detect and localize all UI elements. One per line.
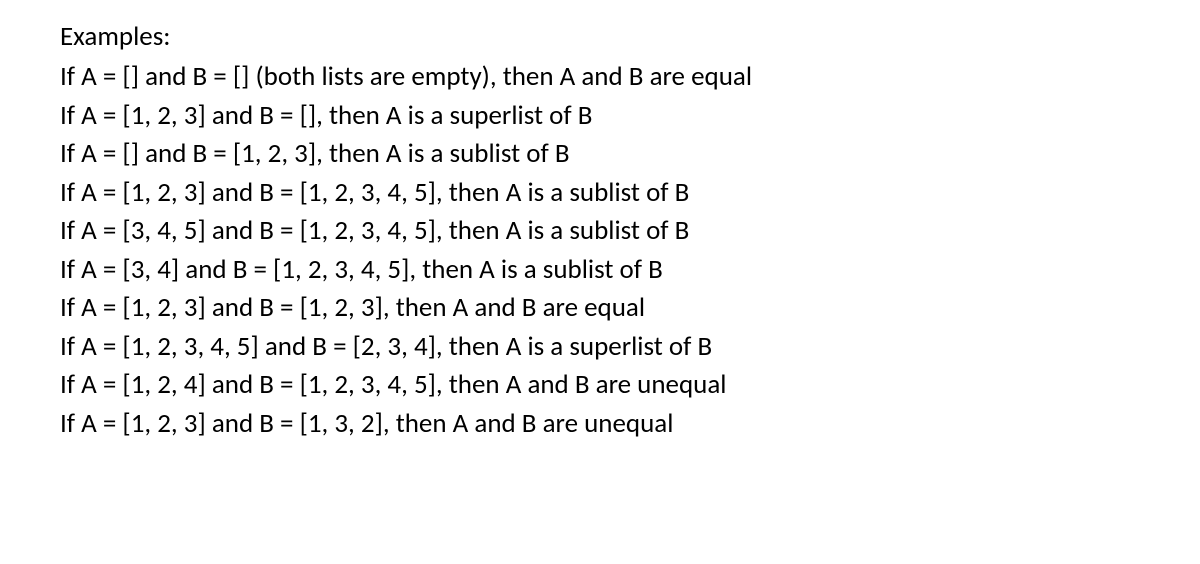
example-line: If A = [1, 2, 3] and B = [], then A is a… <box>60 97 1200 135</box>
example-line: If A = [3, 4] and B = [1, 2, 3, 4, 5], t… <box>60 251 1200 289</box>
example-line: If A = [1, 2, 4] and B = [1, 2, 3, 4, 5]… <box>60 366 1200 404</box>
example-line: If A = [3, 4, 5] and B = [1, 2, 3, 4, 5]… <box>60 212 1200 250</box>
example-line: If A = [1, 2, 3, 4, 5] and B = [2, 3, 4]… <box>60 328 1200 366</box>
examples-heading: Examples: <box>60 18 1200 56</box>
example-line: If A = [1, 2, 3] and B = [1, 3, 2], then… <box>60 405 1200 443</box>
example-line: If A = [1, 2, 3] and B = [1, 2, 3], then… <box>60 289 1200 327</box>
example-line: If A = [1, 2, 3] and B = [1, 2, 3, 4, 5]… <box>60 174 1200 212</box>
example-line: If A = [] and B = [1, 2, 3], then A is a… <box>60 135 1200 173</box>
example-line: If A = [] and B = [] (both lists are emp… <box>60 58 1200 96</box>
